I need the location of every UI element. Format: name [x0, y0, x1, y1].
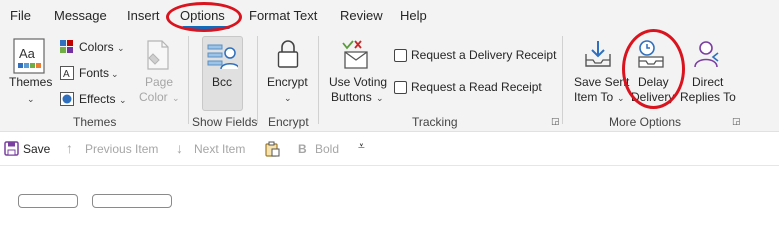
themes-label: Themes	[9, 75, 53, 89]
group-separator	[257, 36, 258, 124]
tab-help[interactable]: Help	[400, 8, 427, 23]
quick-access-toolbar: Save ↑ Previous Item ↓ Next Item B Bold …	[0, 132, 779, 164]
read-receipt-label[interactable]: Request a Read Receipt	[411, 80, 542, 95]
toolbar-border	[0, 165, 779, 166]
delay-delivery-icon	[638, 40, 664, 68]
fonts-chevron-icon: ⌄	[111, 69, 119, 79]
bcc-icon-wrap	[206, 42, 238, 72]
svg-text:A: A	[63, 69, 70, 80]
effects-icon	[60, 92, 74, 106]
save-sent-item-button[interactable]	[583, 39, 613, 69]
svg-text:Aa: Aa	[19, 46, 36, 61]
more-options-dialog-launcher-icon[interactable]: ◲	[732, 116, 741, 127]
paste-button[interactable]	[264, 141, 280, 157]
tab-file[interactable]: File	[10, 8, 31, 23]
group-label-tracking: Tracking	[412, 115, 458, 129]
colors-chevron-icon: ⌄	[117, 43, 125, 53]
colors-icon	[60, 40, 73, 53]
active-tab-indicator	[182, 26, 230, 29]
compose-button-stub[interactable]	[18, 194, 78, 208]
customize-toolbar-chevron-icon[interactable]: ⩡	[358, 139, 365, 154]
effects-label[interactable]: Effects	[79, 92, 115, 107]
page-color-label-1: Page	[145, 75, 174, 89]
save-quick-label[interactable]: Save	[23, 142, 50, 156]
arrow-down-icon: ↓	[176, 140, 183, 156]
themes-icon: Aa	[13, 38, 45, 74]
menu-bar: File Message Insert Options Format Text …	[0, 0, 779, 32]
group-separator	[562, 36, 563, 124]
bcc-icon	[207, 44, 238, 70]
encrypt-button[interactable]	[276, 39, 300, 69]
save-sent-label-1[interactable]: Save Sent	[574, 75, 629, 90]
page-color-icon	[147, 40, 169, 70]
effects-button[interactable]	[60, 92, 74, 106]
bcc-label: Bcc	[212, 75, 233, 89]
arrow-up-icon: ↑	[66, 140, 73, 156]
group-label-encrypt: Encrypt	[268, 115, 309, 129]
voting-icon	[342, 40, 368, 69]
save-sent-label-2[interactable]: Item To	[574, 90, 613, 105]
fonts-icon: A	[60, 66, 74, 80]
save-quick-button[interactable]	[4, 141, 19, 156]
save-sent-chevron-icon: ⌄	[617, 93, 625, 103]
delay-delivery-label-2[interactable]: Delivery	[631, 90, 674, 105]
voting-label-2[interactable]: Buttons	[331, 90, 372, 105]
fonts-button[interactable]: A	[60, 66, 74, 80]
voting-chevron-icon: ⌄	[376, 93, 384, 103]
page-color-label-2: Color	[139, 90, 168, 104]
delay-delivery-button[interactable]	[636, 39, 666, 69]
themes-button[interactable]: Aa	[11, 38, 47, 74]
group-separator	[318, 36, 319, 124]
direct-replies-label-2[interactable]: Replies To	[680, 90, 736, 105]
colors-button[interactable]	[60, 40, 74, 54]
encrypt-chevron-icon: ⌄	[284, 93, 292, 103]
bold-button[interactable]: Bold	[315, 142, 339, 156]
tab-format-text[interactable]: Format Text	[249, 8, 317, 23]
tab-review[interactable]: Review	[340, 8, 383, 23]
bold-icon: B	[298, 142, 307, 156]
tab-options[interactable]: Options	[180, 8, 225, 23]
save-icon	[4, 141, 19, 156]
ribbon: Aa Themes ⌄ Colors ⌄ A Fonts ⌄ Effects ⌄…	[0, 29, 779, 131]
delivery-receipt-label[interactable]: Request a Delivery Receipt	[411, 48, 556, 63]
direct-replies-button[interactable]	[692, 39, 722, 69]
group-separator	[188, 36, 189, 124]
save-sent-item-icon	[585, 41, 611, 67]
use-voting-buttons-button[interactable]	[341, 40, 371, 70]
direct-replies-icon	[694, 41, 719, 68]
read-receipt-checkbox[interactable]	[394, 81, 407, 94]
previous-item-button[interactable]: Previous Item	[85, 142, 158, 156]
next-item-button[interactable]: Next Item	[194, 142, 245, 156]
tab-message[interactable]: Message	[54, 8, 107, 23]
page-color-button[interactable]	[145, 40, 171, 70]
compose-button-stub[interactable]	[92, 194, 172, 208]
group-label-show-fields: Show Fields	[192, 115, 258, 129]
clipboard-icon	[265, 141, 280, 157]
delay-delivery-label-1[interactable]: Delay	[638, 75, 669, 90]
encrypt-label[interactable]: Encrypt	[267, 75, 308, 90]
colors-label[interactable]: Colors	[79, 40, 114, 55]
effects-chevron-icon: ⌄	[119, 95, 127, 105]
group-label-more-options: More Options	[609, 115, 682, 129]
voting-label-1[interactable]: Use Voting	[329, 75, 387, 90]
tab-insert[interactable]: Insert	[127, 8, 160, 23]
group-label-themes: Themes	[73, 115, 117, 129]
page-color-chevron-icon: ⌄	[172, 93, 180, 103]
direct-replies-label-1[interactable]: Direct	[692, 75, 723, 90]
delivery-receipt-checkbox[interactable]	[394, 49, 407, 62]
lock-icon	[277, 40, 299, 68]
fonts-label[interactable]: Fonts	[79, 66, 109, 81]
tracking-dialog-launcher-icon[interactable]: ◲	[551, 116, 560, 127]
themes-chevron-icon[interactable]: ⌄	[27, 92, 35, 107]
